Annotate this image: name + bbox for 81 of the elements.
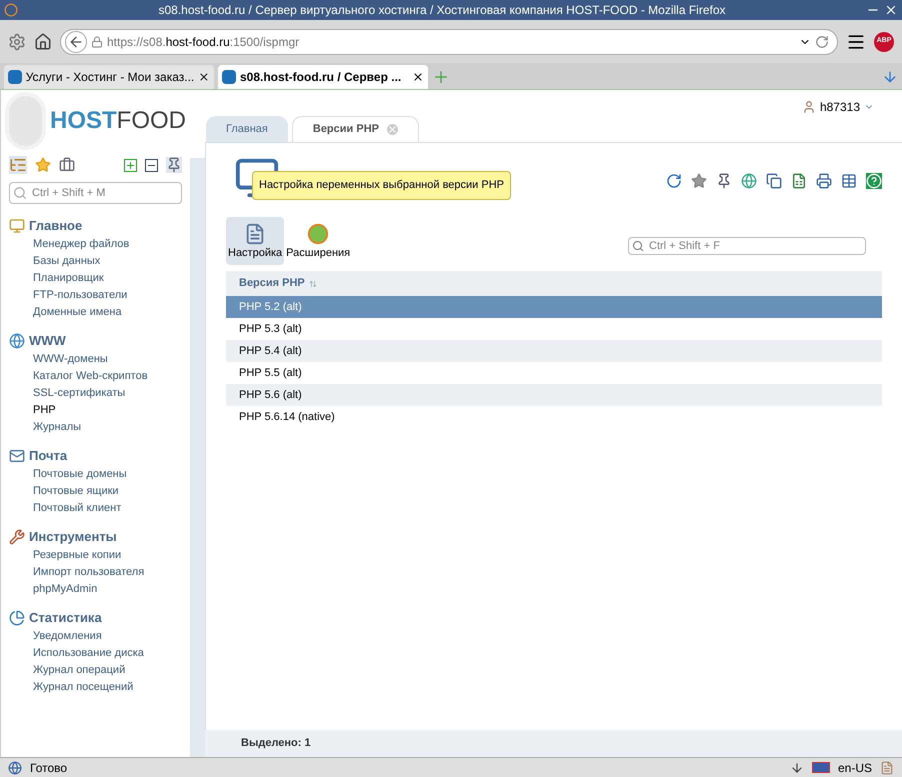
logo-text: HOSTFOOD (50, 106, 186, 136)
page-tab[interactable]: Главная (206, 116, 288, 142)
page-tab[interactable]: Версии PHP (292, 116, 419, 142)
toolbar-button[interactable]: Настройка (226, 217, 284, 265)
nav-link[interactable]: Планировщик (33, 270, 104, 287)
table-row[interactable]: PHP 5.4 (alt) (226, 340, 882, 362)
close-icon[interactable] (884, 3, 898, 17)
table-row[interactable]: PHP 5.6 (alt) (226, 384, 882, 406)
globe-icon[interactable] (741, 173, 757, 189)
copy-icon[interactable] (766, 173, 782, 189)
section-icon (9, 529, 25, 545)
nav-link[interactable]: phpMyAdmin (33, 581, 98, 598)
nav-link[interactable]: Журнал посещений (33, 679, 134, 696)
nav-link[interactable]: PHP (33, 402, 56, 419)
section-icon (9, 218, 25, 234)
nav-link[interactable]: Использование диска (33, 645, 144, 662)
nav-link[interactable]: Импорт пользователя (33, 564, 144, 581)
locale-text[interactable]: en-US (838, 758, 872, 776)
search-field[interactable]: Ctrl + Shift + M (9, 182, 182, 204)
nav-link[interactable]: Уведомления (33, 628, 102, 645)
section-heading[interactable]: Статистика (29, 608, 102, 628)
section-heading[interactable]: Инструменты (29, 527, 117, 547)
status-text: Готово (30, 760, 68, 776)
browser-tab[interactable]: s08.host-food.ru / Сервер ... (218, 65, 428, 89)
refresh-icon[interactable] (666, 173, 682, 189)
star-icon[interactable] (35, 157, 51, 173)
address-bar[interactable]: https://s08.host-food.ru:1500/ispmgr (60, 28, 838, 54)
lock-icon (91, 36, 103, 48)
search-icon (13, 186, 27, 200)
nav-link[interactable]: Почтовые домены (33, 466, 127, 483)
window-title: s08.host-food.ru / Сервер виртуального хостинга / Хостинговая компания HOST-FOOD - Mozilla Firefox (157, 2, 727, 19)
nav-link[interactable]: Журналы (33, 419, 82, 436)
user-icon (802, 100, 816, 114)
toolbar-button[interactable]: Расширения (284, 217, 352, 265)
close-icon[interactable] (198, 71, 210, 83)
sort-icon (308, 280, 317, 288)
site-favicon (222, 70, 236, 84)
star-icon[interactable] (691, 173, 707, 189)
print-icon[interactable] (816, 173, 832, 189)
section-heading[interactable]: WWW (29, 331, 66, 351)
collapse-all-icon[interactable] (145, 158, 158, 172)
pin-icon[interactable] (166, 157, 182, 173)
column-header[interactable]: Версия PHP (239, 275, 305, 292)
selection-count: Выделено: 1 (241, 736, 311, 752)
nav-link[interactable]: Базы данных (33, 253, 100, 270)
nav-link[interactable]: Доменные имена (33, 304, 122, 321)
tooltip: Настройка переменных выбранной версии PHP (252, 171, 511, 200)
nav-link[interactable]: Почтовые ящики (33, 483, 119, 500)
section-icon (9, 610, 25, 626)
sidebar-scrollbar[interactable] (190, 158, 205, 757)
search-icon (632, 240, 644, 252)
section-icon (9, 448, 25, 464)
nav-link[interactable]: Каталог Web-скриптов (33, 368, 148, 385)
section-heading[interactable]: Главное (29, 216, 82, 236)
section-heading[interactable]: Почта (29, 446, 68, 466)
back-icon[interactable] (65, 30, 87, 52)
briefcase-icon[interactable] (59, 157, 75, 173)
nav-link[interactable]: Журнал операций (33, 662, 126, 679)
user-name[interactable]: h87313 (820, 98, 860, 116)
site-favicon (8, 70, 22, 84)
nav-link[interactable]: Почтовый клиент (33, 500, 122, 517)
close-icon[interactable] (412, 71, 424, 83)
pin-icon[interactable] (716, 173, 732, 189)
url-text: https://s08.host-food.ru:1500/ispmgr (107, 34, 300, 50)
nav-link[interactable]: FTP-пользователи (33, 287, 128, 304)
nav-link[interactable]: WWW-домены (33, 351, 108, 368)
download-icon[interactable] (790, 760, 804, 774)
nav-link[interactable]: Резервные копии (33, 547, 122, 564)
help-icon[interactable] (866, 173, 882, 189)
flag-icon (812, 762, 830, 773)
expand-all-icon[interactable] (124, 158, 137, 172)
section-icon (9, 333, 25, 349)
nav-link[interactable]: SSL-сертификаты (33, 385, 126, 402)
gear-icon[interactable] (8, 32, 26, 50)
table-settings-icon[interactable] (841, 173, 857, 189)
browser-tab[interactable]: Услуги - Хостинг - Мои заказ... (4, 65, 214, 89)
table-search-field[interactable]: Ctrl + Shift + F (628, 237, 866, 255)
nav-link[interactable]: Менеджер файлов (33, 236, 130, 253)
home-icon[interactable] (34, 32, 52, 50)
tree-icon[interactable] (9, 156, 27, 174)
spreadsheet-icon[interactable] (791, 173, 807, 189)
